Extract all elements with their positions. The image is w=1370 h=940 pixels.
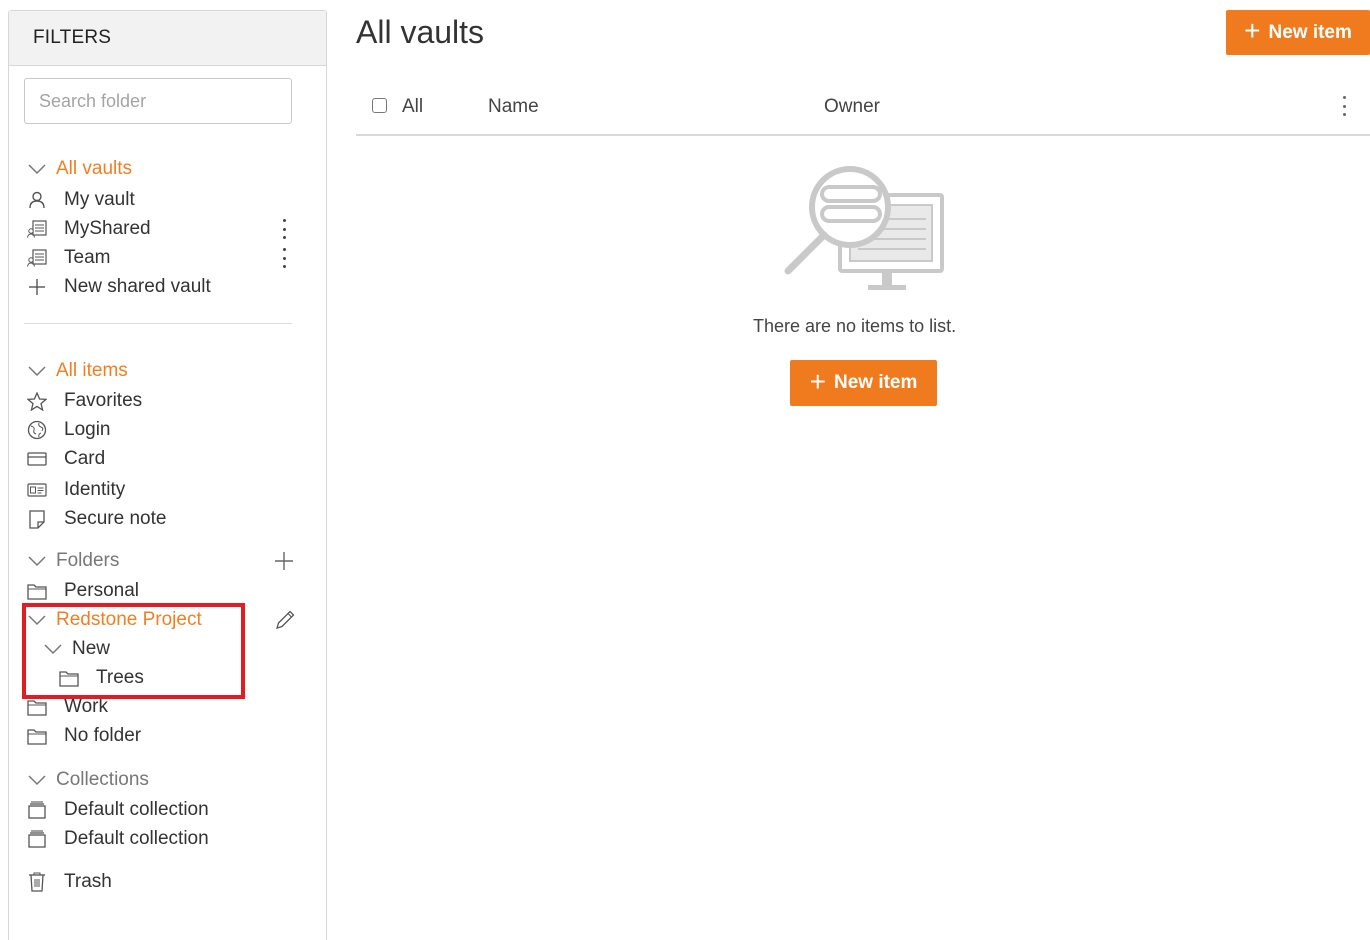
sidebar-item-my-vault[interactable]: My vault: [24, 187, 135, 213]
all-vaults-label: All vaults: [56, 158, 133, 179]
empty-state-illustration-icon: [782, 163, 948, 293]
all-items-label: All items: [56, 360, 128, 381]
folder-label: Redstone Project: [56, 609, 202, 630]
edit-folder-icon[interactable]: [274, 609, 296, 631]
all-items-filter[interactable]: All items: [24, 358, 128, 384]
plus-icon: +: [1244, 15, 1261, 46]
chevron-down-icon: [24, 555, 50, 567]
sidebar-item-label: Login: [64, 419, 111, 440]
folder-personal[interactable]: Personal: [24, 578, 139, 604]
sidebar-item-label: MyShared: [64, 218, 151, 239]
folder-trees[interactable]: Trees: [56, 665, 144, 691]
sidebar-item-identity[interactable]: Identity: [24, 477, 125, 503]
sidebar-item-label: My vault: [64, 189, 135, 210]
empty-state-new-item-button[interactable]: + New item: [790, 360, 937, 406]
chevron-down-icon: [40, 643, 66, 655]
sidebar-item-secure-note[interactable]: Secure note: [24, 506, 166, 532]
column-all[interactable]: All: [402, 96, 423, 118]
sidebar-item-label: Secure note: [64, 508, 167, 529]
sidebar-item-label: Team: [64, 247, 111, 268]
star-icon: [24, 391, 50, 411]
select-all-checkbox[interactable]: [372, 98, 387, 113]
sidebar-item-card[interactable]: Card: [24, 446, 105, 472]
collections-section[interactable]: Collections: [24, 767, 149, 793]
new-item-label: New item: [1268, 21, 1352, 43]
user-icon: [24, 191, 50, 209]
sidebar-item-myshared[interactable]: MyShared: [24, 216, 151, 242]
collection-item[interactable]: Default collection: [24, 826, 209, 852]
globe-icon: [24, 420, 50, 440]
note-icon: [24, 509, 50, 529]
folder-icon: [24, 728, 50, 745]
folder-label: No folder: [64, 725, 142, 746]
folder-icon: [24, 699, 50, 716]
folders-label: Folders: [56, 550, 120, 571]
folder-work[interactable]: Work: [24, 694, 108, 720]
sidebar-item-login[interactable]: Login: [24, 417, 111, 443]
page-title: All vaults: [356, 14, 485, 50]
sidebar-item-label: New shared vault: [64, 276, 211, 297]
collection-label: Default collection: [64, 799, 209, 820]
sidebar-item-label: Identity: [64, 479, 126, 500]
chevron-down-icon: [24, 365, 50, 377]
table-options-icon[interactable]: [1339, 96, 1349, 116]
plus-icon: +: [809, 365, 826, 397]
shared-vault-icon: [24, 220, 50, 238]
sidebar-item-label: Card: [64, 448, 106, 469]
new-shared-vault-button[interactable]: New shared vault: [24, 274, 211, 300]
search-folder-input[interactable]: [24, 78, 292, 124]
folder-label: Trees: [96, 667, 144, 688]
trash-icon: [24, 872, 50, 892]
collections-label: Collections: [56, 769, 149, 790]
new-item-label: New item: [833, 372, 918, 393]
collection-label: Default collection: [64, 828, 209, 849]
all-vaults-filter[interactable]: All vaults: [24, 156, 132, 182]
team-more-icon[interactable]: [279, 248, 289, 268]
new-item-button[interactable]: + New item: [1226, 10, 1370, 55]
myshared-more-icon[interactable]: [279, 219, 289, 239]
credit-card-icon: [24, 451, 50, 467]
collection-icon: [24, 830, 50, 848]
collection-item[interactable]: Default collection: [24, 797, 209, 823]
column-owner[interactable]: Owner: [824, 96, 880, 118]
folder-label: Work: [64, 696, 108, 717]
collection-icon: [24, 801, 50, 819]
column-name[interactable]: Name: [488, 96, 539, 118]
sidebar-item-trash[interactable]: Trash: [24, 869, 112, 895]
empty-state-text: There are no items to list.: [753, 316, 957, 336]
sidebar-item-team[interactable]: Team: [24, 245, 110, 271]
folder-icon: [24, 583, 50, 600]
table-header: All Name Owner: [356, 82, 1370, 136]
folder-new[interactable]: New: [40, 636, 110, 662]
chevron-down-icon: [24, 774, 50, 786]
sidebar-item-label: Favorites: [64, 390, 143, 411]
add-folder-icon[interactable]: [274, 551, 294, 571]
filters-header: FILTERS: [9, 11, 326, 66]
chevron-down-icon: [24, 163, 50, 175]
sidebar-divider: [24, 323, 292, 324]
sidebar-item-label: Trash: [64, 871, 112, 892]
folders-section[interactable]: Folders: [24, 548, 119, 574]
folder-label: Personal: [64, 580, 139, 601]
folder-label: New: [72, 638, 111, 659]
chevron-down-icon: [24, 614, 50, 626]
folder-icon: [56, 670, 82, 687]
shared-vault-icon: [24, 249, 50, 267]
plus-icon: [24, 278, 50, 296]
sidebar-item-favorites[interactable]: Favorites: [24, 388, 142, 414]
folder-redstone-project[interactable]: Redstone Project: [24, 607, 202, 633]
folder-no-folder[interactable]: No folder: [24, 723, 141, 749]
id-card-icon: [24, 482, 50, 498]
